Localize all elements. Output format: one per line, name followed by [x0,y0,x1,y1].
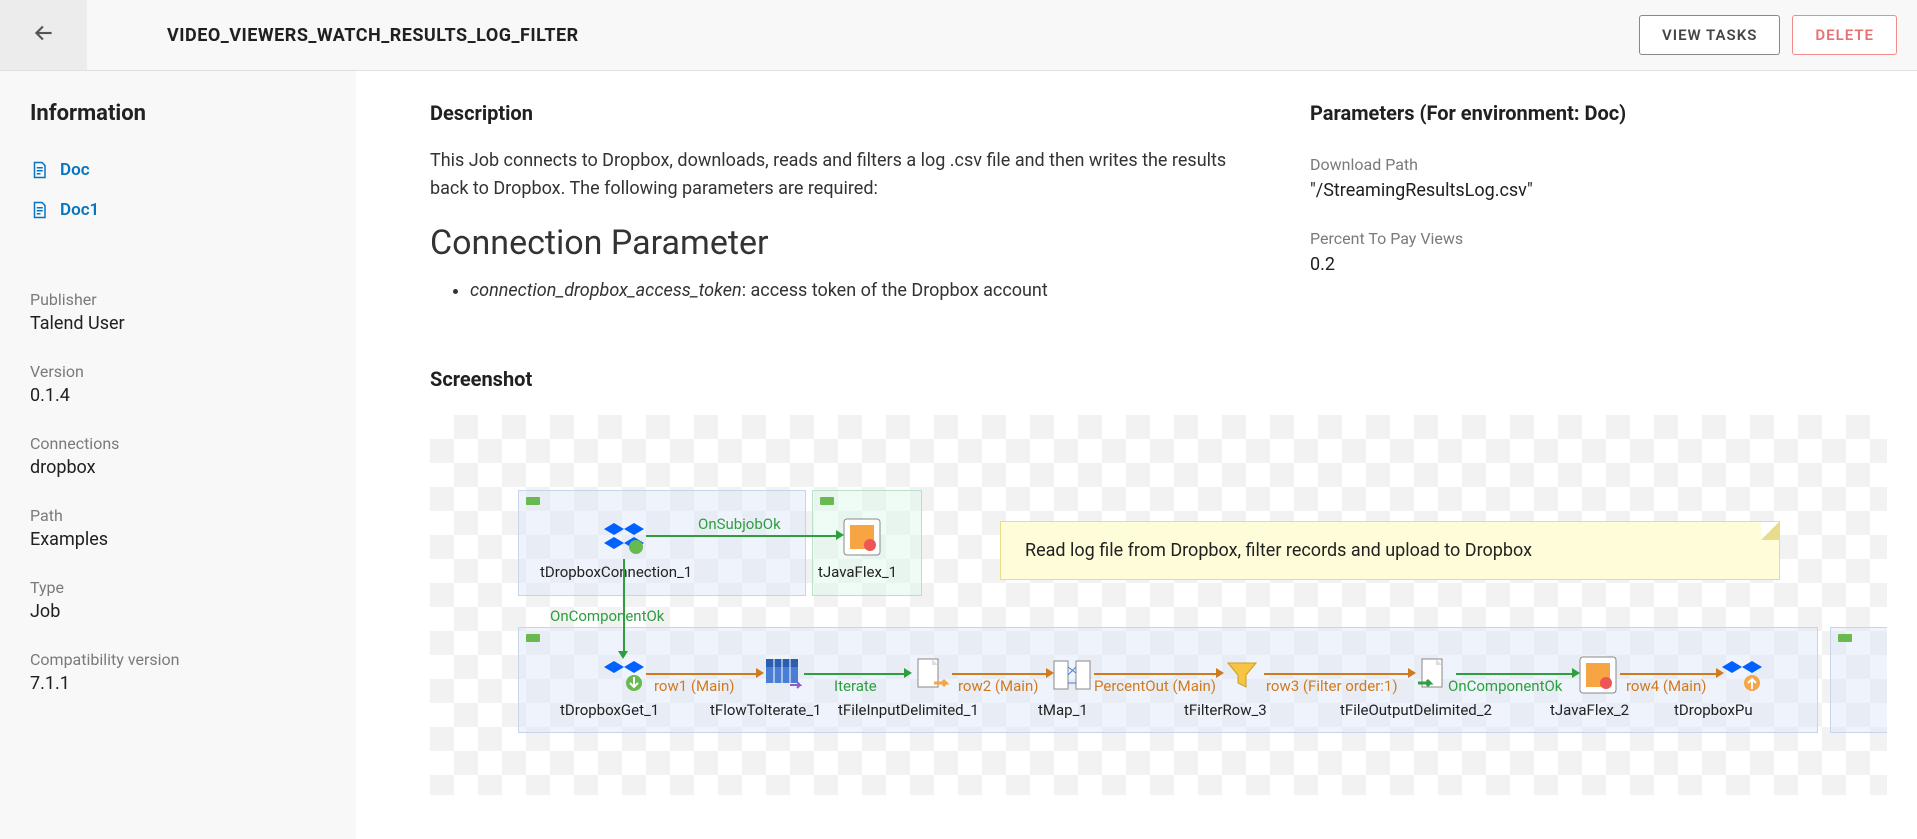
component-label: tMap_1 [1038,701,1088,719]
arrow-icon [904,668,912,678]
info-value-version: 0.1.4 [30,385,356,406]
param-value-percent: 0.2 [1310,254,1870,275]
arrow-icon [836,530,844,540]
info-value-publisher: Talend User [30,313,356,334]
info-value-connections: dropbox [30,457,356,478]
link-label: row3 (Filter order:1) [1266,677,1398,695]
dropbox-get-icon [602,653,646,697]
back-button[interactable] [31,20,57,50]
collapse-icon [526,634,540,642]
link-label: OnComponentOk [1448,677,1562,695]
component-label: tFileInputDelimited_1 [838,701,979,719]
fileinput-icon [908,653,952,697]
filterrow-icon [1220,653,1264,697]
link-label: Iterate [834,677,877,695]
screenshot-canvas: tDropboxConnection_1 tJavaFlex_1 OnSubjo… [430,415,1887,795]
page-title: VIDEO_VIEWERS_WATCH_RESULTS_LOG_FILTER [167,25,579,46]
link-line [1456,673,1576,675]
component-label: tJavaFlex_1 [818,563,897,581]
link-line [646,535,840,537]
note-text: Read log file from Dropbox, filter recor… [1025,540,1532,561]
parameters-heading: Parameters (For environment: Doc) [1310,101,1870,125]
delete-button[interactable]: DELETE [1792,15,1897,55]
arrow-icon [1046,668,1054,678]
collapse-icon [820,497,834,505]
link-line [646,673,760,675]
dropbox-put-icon [1720,653,1764,697]
info-label-type: Type [30,578,356,597]
param-label-percent: Percent To Pay Views [1310,229,1870,248]
description-section-title: Connection Parameter [430,223,1232,263]
bullet-em: connection_dropbox_access_token [470,280,742,301]
sidebar-item-label: Doc1 [60,200,99,220]
info-label-version: Version [30,362,356,381]
info-value-type: Job [30,601,356,622]
sidebar-item-label: Doc [60,160,90,180]
param-value-download: "/StreamingResultsLog.csv" [1310,180,1870,201]
javaflex-icon [1576,653,1620,697]
link-label: row4 (Main) [1626,677,1706,695]
component-label: tFilterRow_3 [1184,701,1267,719]
info-label-connections: Connections [30,434,356,453]
link-label: OnComponentOk [550,607,664,625]
main-content: Description This Job connects to Dropbox… [356,71,1917,839]
link-line [1264,673,1412,675]
description-scroll[interactable]: This Job connects to Dropbox, downloads,… [430,147,1250,337]
javaflex-icon [840,515,884,559]
component-label: tJavaFlex_2 [1550,701,1629,719]
header-buttons: VIEW TASKS DELETE [1639,15,1897,55]
description-bullet: connection_dropbox_access_token: access … [470,277,1232,306]
flowtoiterate-icon [760,653,804,697]
arrow-icon [1716,668,1724,678]
sidebar-item-doc[interactable]: Doc [30,150,356,190]
component-label: tDropboxGet_1 [560,701,659,719]
component-label: tFlowToIterate_1 [710,701,821,719]
header-bar: VIDEO_VIEWERS_WATCH_RESULTS_LOG_FILTER V… [0,0,1917,71]
sticky-note: Read log file from Dropbox, filter recor… [1000,521,1780,580]
sidebar-item-doc1[interactable]: Doc1 [30,190,356,230]
back-area [0,0,87,70]
document-icon [30,201,48,219]
description-text: This Job connects to Dropbox, downloads,… [430,147,1232,203]
link-label: OnSubjobOk [698,515,781,533]
link-line [952,673,1050,675]
bullet-rest: : access token of the Dropbox account [742,280,1048,301]
view-tasks-button[interactable]: VIEW TASKS [1639,15,1780,55]
document-icon [30,161,48,179]
arrow-icon [1572,668,1580,678]
component-label: tDropboxPu [1674,701,1753,719]
link-line [1094,673,1220,675]
sidebar: Information Doc Doc1 Publisher Talend Us… [0,71,356,839]
arrow-icon [1408,668,1416,678]
subjob-box-4 [1830,627,1887,733]
link-label: row1 (Main) [654,677,734,695]
arrow-icon [1216,668,1224,678]
info-value-path: Examples [30,529,356,550]
dropbox-connection-icon [602,515,646,559]
description-heading: Description [430,101,1250,125]
info-label-compat: Compatibility version [30,650,356,669]
collapse-icon [526,497,540,505]
info-value-compat: 7.1.1 [30,673,356,694]
note-fold-icon [1761,522,1779,540]
info-label-publisher: Publisher [30,290,356,309]
collapse-icon [1838,634,1852,642]
component-label: tDropboxConnection_1 [540,563,692,581]
info-label-path: Path [30,506,356,525]
link-label: PercentOut (Main) [1094,677,1216,695]
component-label: tFileOutputDelimited_2 [1340,701,1492,719]
link-line [1620,673,1720,675]
link-line [804,673,908,675]
screenshot-heading: Screenshot [430,367,1887,391]
tmap-icon [1050,653,1094,697]
param-label-download: Download Path [1310,155,1870,174]
link-label: row2 (Main) [958,677,1038,695]
arrow-icon [756,668,764,678]
sidebar-heading: Information [30,101,356,126]
